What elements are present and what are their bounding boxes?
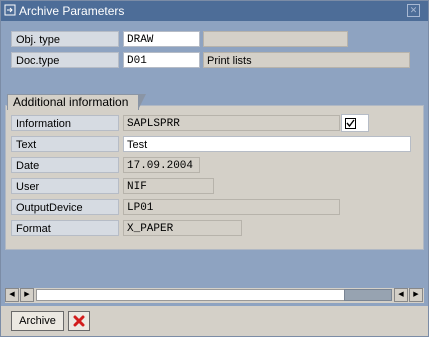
obj-type-label: Obj. type (11, 31, 119, 47)
horizontal-scrollbar[interactable]: ◀ ▶ ◀ ▶ (5, 288, 424, 303)
doc-type-input[interactable]: D01 (123, 52, 200, 68)
title-bar: Archive Parameters ✕ (1, 1, 428, 21)
archive-button[interactable]: Archive (11, 311, 64, 331)
archive-parameters-dialog: Archive Parameters ✕ Obj. type DRAW Doc.… (0, 0, 429, 337)
group-title: Additional information (7, 94, 147, 110)
output-device-value: LP01 (123, 199, 340, 215)
window-icon (4, 4, 16, 16)
scroll-right-icon[interactable]: ▶ (20, 288, 34, 302)
scroll-right-end-icon[interactable]: ▶ (409, 288, 423, 302)
scroll-left-end-icon[interactable]: ◀ (394, 288, 408, 302)
format-value: X_PAPER (123, 220, 242, 236)
bottom-toolbar: Archive (1, 306, 428, 336)
date-value: 17.09.2004 (123, 157, 200, 173)
date-label: Date (11, 157, 119, 173)
information-label: Information (11, 115, 119, 131)
doc-type-label: Doc.type (11, 52, 119, 68)
scroll-track[interactable] (36, 289, 392, 301)
user-value: NIF (123, 178, 214, 194)
information-value: SAPLSPRR (123, 115, 340, 131)
scroll-thumb[interactable] (344, 289, 392, 301)
information-checkbox[interactable] (341, 114, 369, 132)
user-label: User (11, 178, 119, 194)
cancel-icon (73, 315, 85, 327)
obj-type-input[interactable]: DRAW (123, 31, 200, 47)
checkbox-icon (345, 118, 356, 129)
cancel-button[interactable] (68, 311, 90, 331)
format-label: Format (11, 220, 119, 236)
text-input[interactable]: Test (123, 136, 411, 152)
close-icon[interactable]: ✕ (407, 4, 420, 17)
obj-type-description (203, 31, 348, 47)
window-title: Archive Parameters (19, 4, 125, 18)
output-device-label: OutputDevice (11, 199, 119, 215)
scroll-left-icon[interactable]: ◀ (5, 288, 19, 302)
doc-type-description: Print lists (203, 52, 410, 68)
text-label: Text (11, 136, 119, 152)
